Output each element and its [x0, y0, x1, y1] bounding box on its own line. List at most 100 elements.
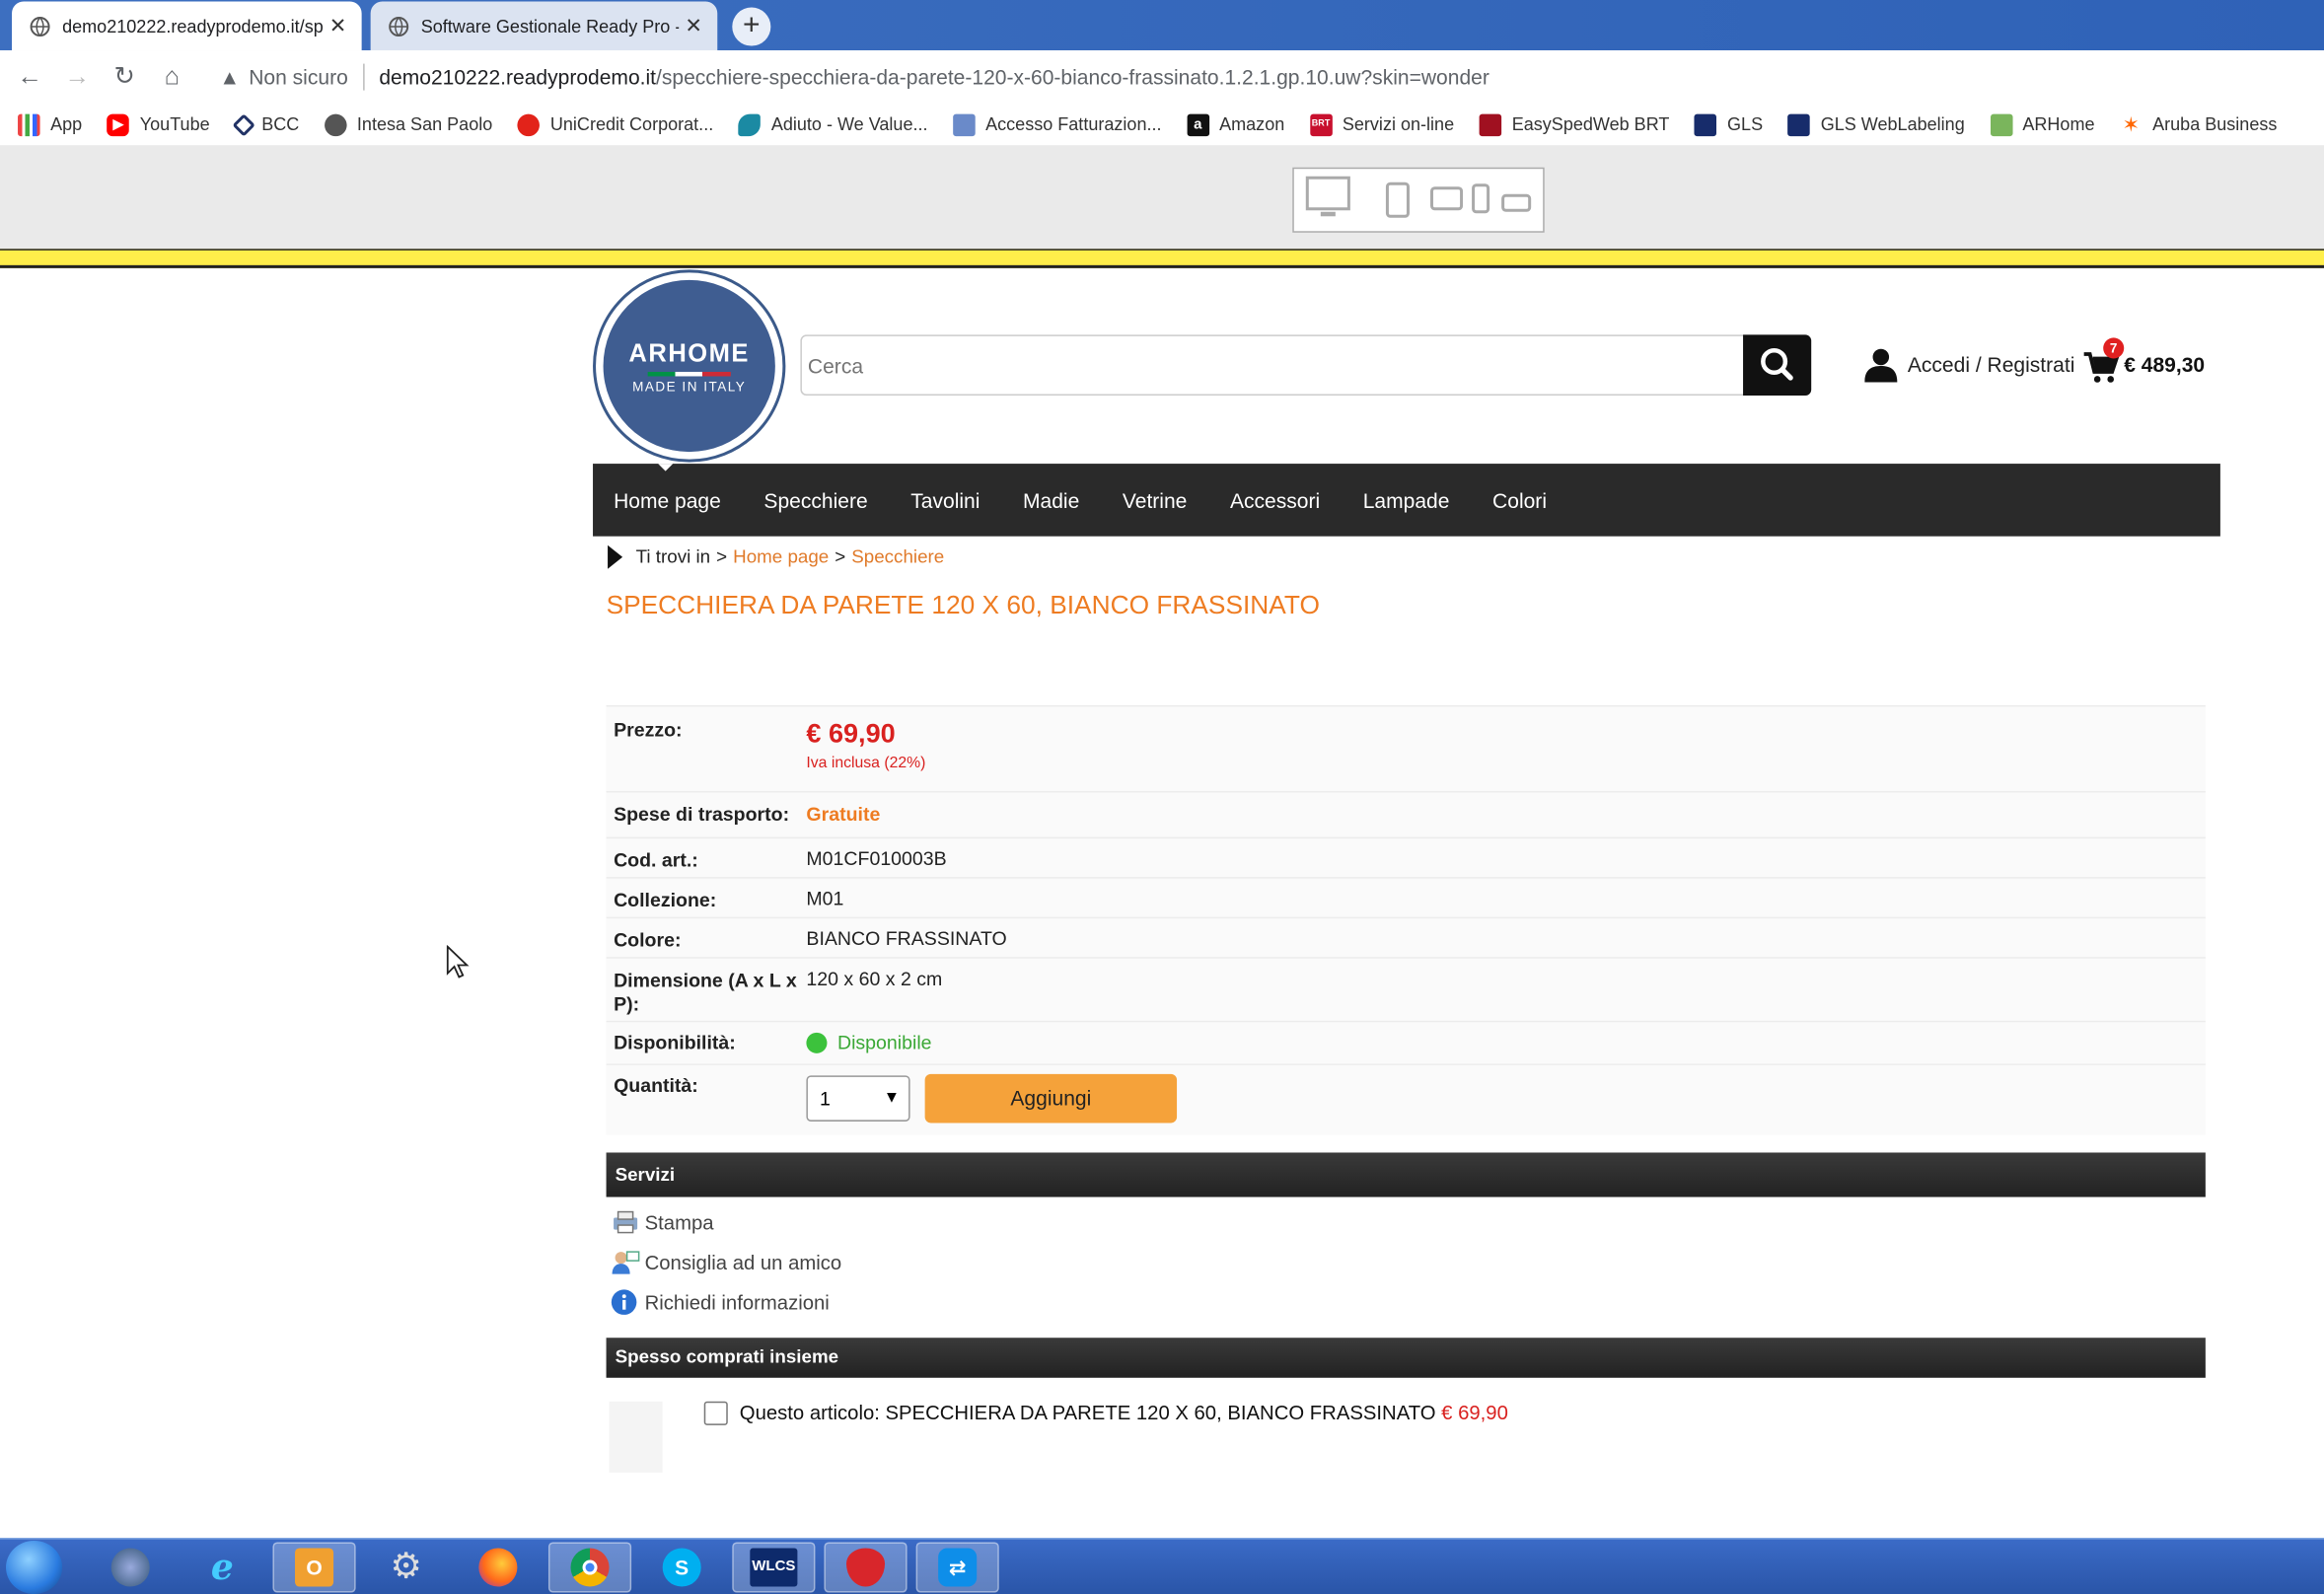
nav-madie[interactable]: Madie: [1023, 488, 1079, 512]
back-arrow-icon[interactable]: ←: [14, 62, 46, 92]
breadcrumb-prefix: Ti trovi in: [635, 546, 711, 568]
collection-value: M01: [806, 887, 844, 910]
service-request-info[interactable]: Richiedi informazioni: [611, 1289, 830, 1316]
nav-home-page[interactable]: Home page: [614, 488, 721, 512]
address-toolbar: ← → ↻ ⌂ ▲ Non sicuro demo210222.readypro…: [0, 50, 2324, 105]
nav-specchiere[interactable]: Specchiere: [763, 488, 867, 512]
bookmark-aruba[interactable]: ✶ Aruba Business: [2120, 112, 2277, 136]
bookmark-easysped[interactable]: EasySpedWeb BRT: [1479, 112, 1670, 136]
bookmark-youtube[interactable]: ▶ YouTube: [107, 112, 210, 136]
search-button[interactable]: [1743, 334, 1812, 397]
shipping-row: Spese di trasporto: Gratuite: [606, 791, 2206, 837]
forward-arrow-icon[interactable]: →: [61, 62, 94, 92]
taskbar-internet-explorer[interactable]: e: [181, 1542, 263, 1592]
bookmark-gls[interactable]: GLS: [1694, 112, 1764, 136]
windows-taskbar: e O ⚙ S WLCS ⇄: [0, 1537, 2324, 1594]
bookmark-bcc[interactable]: BCC: [231, 112, 300, 136]
taskbar-teamviewer[interactable]: ⇄: [915, 1542, 999, 1593]
color-value: BIANCO FRASSINATO: [806, 927, 1007, 950]
url-bar[interactable]: ▲ Non sicuro demo210222.readyprodemo.it /…: [207, 56, 2324, 98]
phone-portrait-icon[interactable]: [1472, 183, 1490, 214]
bought-together-heading: Spesso comprati insieme: [606, 1338, 2206, 1378]
bookmark-label: EasySpedWeb BRT: [1511, 113, 1670, 135]
taskbar-wlcs[interactable]: WLCS: [732, 1542, 816, 1593]
apps-grid-icon: [18, 112, 40, 136]
bookmark-amazon[interactable]: a Amazon: [1187, 112, 1284, 136]
nav-tavolini[interactable]: Tavolini: [910, 488, 980, 512]
bookmark-adiuto[interactable]: Adiuto - We Value...: [738, 112, 928, 136]
bought-together-checkbox[interactable]: [703, 1401, 728, 1425]
brt-icon: BRT: [1309, 112, 1333, 136]
globe-icon: [324, 112, 347, 136]
taskbar-strawberry-app[interactable]: [824, 1542, 908, 1593]
reload-icon[interactable]: ↻: [109, 62, 141, 92]
nav-lampade[interactable]: Lampade: [1363, 488, 1450, 512]
desktop-icon[interactable]: [1305, 176, 1350, 217]
start-button[interactable]: [6, 1540, 63, 1594]
shipping-value: Gratuite: [806, 803, 881, 826]
bcc-icon: [231, 112, 255, 136]
taskbar-skype[interactable]: S: [640, 1542, 723, 1592]
breadcrumb-separator: >: [716, 546, 728, 568]
bookmark-intesa[interactable]: Intesa San Paolo: [324, 112, 492, 136]
url-path[interactable]: /specchiere-specchiera-da-parete-120-x-6…: [656, 65, 1489, 89]
service-print[interactable]: Stampa: [611, 1209, 714, 1236]
tab-title: demo210222.readyprodemo.it/sp: [62, 15, 324, 36]
teamviewer-icon: ⇄: [938, 1548, 978, 1587]
breadcrumb-specchiere[interactable]: Specchiere: [851, 546, 944, 567]
tab-inactive[interactable]: Software Gestionale Ready Pro - ✕: [370, 1, 718, 51]
tablet-landscape-icon[interactable]: [1430, 186, 1464, 211]
tablet-portrait-icon[interactable]: [1385, 181, 1410, 218]
code-value: M01CF010003B: [806, 847, 947, 870]
url-host[interactable]: demo210222.readyprodemo.it: [379, 65, 656, 89]
dimension-row: Dimensione (A x L x P): 120 x 60 x 2 cm: [606, 957, 2206, 1021]
bookmark-gls-weblabeling[interactable]: GLS WebLabeling: [1787, 112, 1965, 136]
new-tab-button[interactable]: +: [732, 7, 771, 46]
taskbar-firefox[interactable]: [457, 1542, 540, 1592]
bookmark-fatturazione[interactable]: Accesso Fatturazion...: [953, 112, 1161, 136]
taskbar-chrome[interactable]: [547, 1542, 632, 1593]
preview-divider: [0, 249, 2324, 268]
site-logo[interactable]: ARHOME MADE IN ITALY: [593, 269, 786, 463]
taskbar-settings[interactable]: ⚙: [365, 1542, 448, 1592]
add-to-cart-button[interactable]: Aggiungi: [924, 1073, 1178, 1123]
bookmark-arhome[interactable]: ARHome: [1990, 112, 2095, 136]
taskbar-outlook[interactable]: O: [272, 1542, 356, 1593]
close-tab-icon[interactable]: ✕: [324, 14, 353, 39]
nav-accessori[interactable]: Accessori: [1230, 488, 1320, 512]
service-recommend[interactable]: Consiglia ad un amico: [611, 1249, 841, 1275]
bought-together-text: Questo articolo: SPECCHIERA DA PARETE 12…: [740, 1402, 1508, 1424]
warning-triangle-icon[interactable]: ▲: [219, 65, 240, 89]
home-icon[interactable]: ⌂: [156, 62, 188, 92]
quantity-value: 1: [819, 1087, 831, 1110]
strawberry-icon: [845, 1548, 886, 1587]
account-link[interactable]: Accedi / Registrati: [1864, 346, 2074, 383]
tab-active[interactable]: demo210222.readyprodemo.it/sp ✕: [12, 1, 362, 51]
nav-vetrine[interactable]: Vetrine: [1123, 488, 1188, 512]
cart-link[interactable]: 7 € 489,30: [2082, 337, 2230, 388]
building-icon: [953, 112, 976, 136]
breadcrumb-home-page[interactable]: Home page: [733, 546, 829, 567]
bookmark-label: BCC: [261, 113, 300, 135]
recommend-friend-icon: [612, 1251, 640, 1274]
search-input[interactable]: [801, 335, 1745, 395]
availability-label: Disponibilità:: [614, 1031, 736, 1053]
skype-icon: S: [662, 1548, 701, 1587]
nav-colori[interactable]: Colori: [1492, 488, 1547, 512]
youtube-icon: ▶: [107, 112, 130, 136]
close-tab-icon[interactable]: ✕: [679, 14, 708, 39]
quantity-select[interactable]: 1 ▼: [806, 1075, 910, 1122]
product-details-table: Prezzo: € 69,90 Iva inclusa (22%) Spese …: [606, 704, 2206, 1135]
taskbar-network[interactable]: [89, 1542, 172, 1592]
bookmark-label: ARHome: [2022, 113, 2095, 135]
security-label[interactable]: Non sicuro: [249, 65, 348, 89]
bookmark-brt[interactable]: BRT Servizi on-line: [1309, 112, 1454, 136]
bookmark-app[interactable]: App: [18, 112, 82, 136]
phone-landscape-icon[interactable]: [1501, 193, 1532, 212]
availability-value: Disponibile: [836, 1031, 932, 1053]
bookmark-unicredit[interactable]: UniCredit Corporat...: [517, 112, 713, 136]
unicredit-icon: [517, 112, 541, 136]
bookmark-label: GLS: [1727, 113, 1764, 135]
breadcrumb: Ti trovi in > Home page > Specchiere: [608, 544, 944, 569]
bookmark-label: Adiuto - We Value...: [770, 113, 928, 135]
